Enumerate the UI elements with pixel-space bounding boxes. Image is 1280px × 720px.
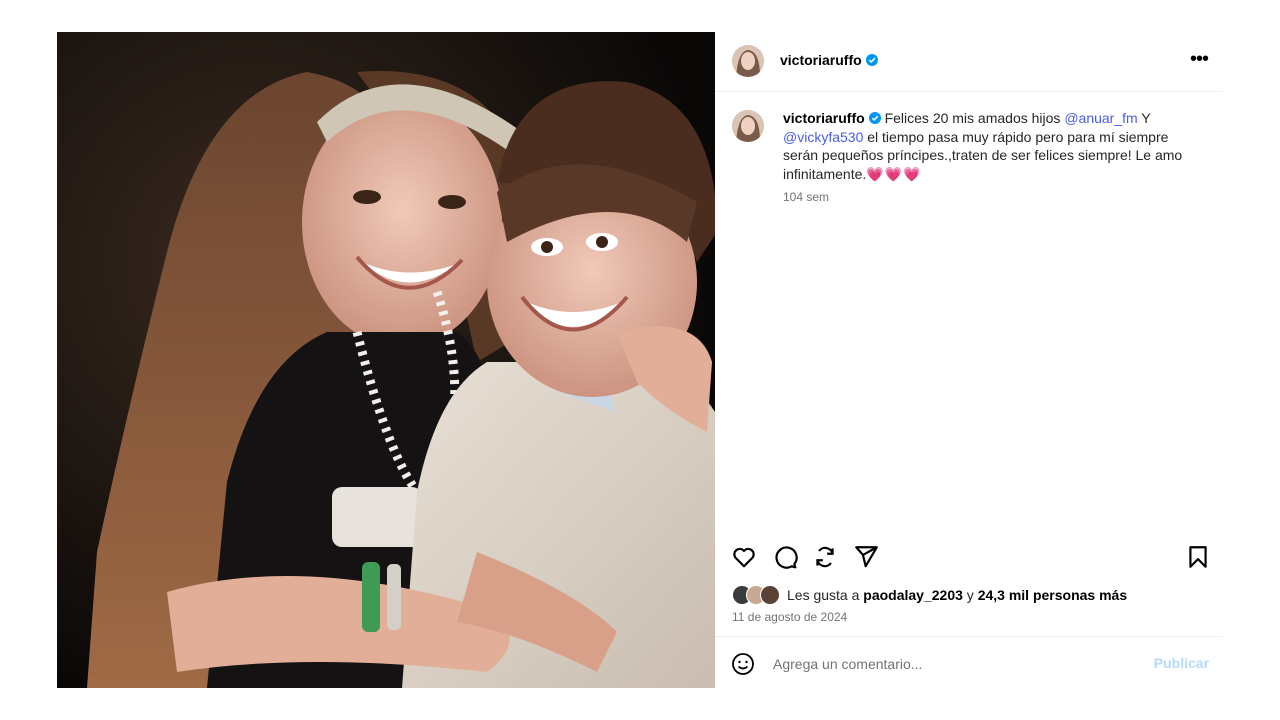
post-side-panel: victoriaruffo ••• victoriaruffo Felices …: [715, 32, 1223, 688]
liker-username[interactable]: paodalay_2203: [863, 587, 963, 603]
likes-prefix: Les gusta a: [787, 587, 864, 603]
photo-image: [57, 32, 715, 688]
avatar-image: [732, 45, 764, 77]
likes-text: Les gusta a paodalay_2203 y 24,3 mil per…: [787, 587, 1127, 603]
action-bar: [715, 537, 1223, 577]
mention-link[interactable]: @vickyfa530: [783, 129, 863, 145]
bookmark-icon[interactable]: [1185, 544, 1211, 570]
caption-body-1: Felices 20 mis amados hijos: [884, 110, 1065, 126]
publish-button[interactable]: Publicar: [1154, 655, 1209, 671]
caption-body-2: Y: [1137, 110, 1151, 126]
caption-section: victoriaruffo Felices 20 mis amados hijo…: [715, 92, 1223, 532]
caption-text: victoriaruffo Felices 20 mis amados hijo…: [783, 109, 1193, 183]
liker-avatar[interactable]: [760, 585, 780, 605]
avatar-image: [732, 110, 764, 142]
post-time-ago[interactable]: 104 sem: [783, 190, 829, 204]
avatar[interactable]: [732, 110, 764, 142]
repost-icon[interactable]: [812, 544, 838, 570]
post-photo[interactable]: [57, 32, 715, 688]
post-header: victoriaruffo •••: [715, 32, 1223, 92]
more-options-icon[interactable]: •••: [1187, 49, 1211, 73]
verified-badge-icon: [865, 54, 878, 66]
comment-bar: Publicar: [715, 636, 1223, 689]
heart-icon[interactable]: [731, 544, 757, 570]
likes-middle: y: [962, 587, 978, 603]
mention-link[interactable]: @anuar_fm: [1064, 110, 1137, 126]
emoji-icon[interactable]: [731, 652, 755, 676]
comment-icon[interactable]: [772, 544, 798, 570]
username-text[interactable]: victoriaruffo: [780, 52, 862, 68]
avatar[interactable]: [732, 45, 764, 77]
post-date[interactable]: 11 de agosto de 2024: [732, 610, 847, 624]
verified-badge-icon: [868, 112, 881, 124]
hearts-emoji: 💗💗💗: [866, 165, 922, 182]
caption-username[interactable]: victoriaruffo: [783, 110, 865, 126]
comment-input[interactable]: [771, 651, 1135, 677]
likes-summary: Les gusta a paodalay_2203 y 24,3 mil per…: [732, 584, 1212, 605]
send-icon[interactable]: [853, 544, 879, 570]
post-username[interactable]: victoriaruffo: [780, 52, 878, 68]
likes-count[interactable]: 24,3 mil personas más: [978, 587, 1127, 603]
